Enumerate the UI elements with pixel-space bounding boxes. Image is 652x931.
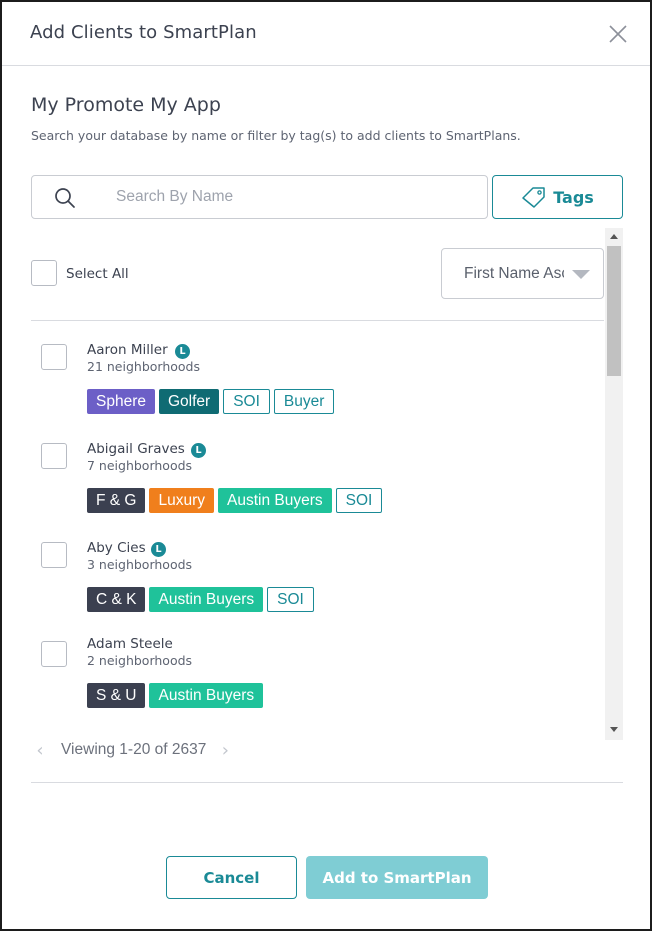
add-clients-modal: Add Clients to SmartPlan My Promote My A… — [0, 0, 652, 931]
section-description: Search your database by name or filter b… — [31, 128, 521, 143]
modal-header: Add Clients to SmartPlan — [2, 2, 650, 66]
client-name[interactable]: Abigail Graves — [87, 441, 185, 457]
client-tags: S & U Austin Buyers — [87, 683, 264, 708]
close-icon — [609, 25, 627, 43]
client-tags: Sphere Golfer SOI Buyer — [87, 389, 335, 414]
client-tags: C & K Austin Buyers SOI — [87, 587, 314, 612]
client-tag: C & K — [87, 587, 146, 612]
client-tag: F & G — [87, 488, 146, 513]
list-divider — [31, 320, 604, 321]
client-tag: SOI — [267, 587, 314, 612]
client-tag: Sphere — [87, 389, 155, 414]
search-box — [31, 175, 488, 219]
client-tag: Austin Buyers — [149, 683, 264, 708]
add-to-smartplan-button[interactable]: Add to SmartPlan — [306, 856, 488, 899]
client-tag: Buyer — [273, 389, 335, 414]
chevron-down-icon — [572, 270, 590, 279]
close-button[interactable] — [606, 22, 630, 46]
client-neighborhoods: 7 neighborhoods — [87, 458, 193, 473]
client-checkbox[interactable] — [41, 344, 67, 370]
tag-icon — [522, 187, 545, 208]
client-list-area: Select All First Name Ascending Aaron Mi… — [31, 228, 623, 740]
select-all-label: Select All — [66, 266, 129, 282]
footer-divider — [31, 782, 623, 783]
sort-dropdown[interactable]: First Name Ascending — [441, 248, 604, 299]
client-tag: Austin Buyers — [149, 587, 264, 612]
scrollbar-thumb[interactable] — [607, 246, 621, 376]
lead-badge-icon: L — [191, 443, 206, 458]
client-checkbox[interactable] — [41, 641, 67, 667]
client-name[interactable]: Aaron Miller — [87, 342, 168, 358]
chevron-right-icon[interactable]: › — [216, 740, 234, 761]
search-input[interactable] — [116, 186, 466, 208]
client-tag: Luxury — [149, 488, 215, 513]
pagination-text: Viewing 1-20 of 2637 — [61, 741, 207, 758]
client-neighborhoods: 21 neighborhoods — [87, 359, 200, 374]
chevron-left-icon[interactable]: ‹ — [31, 740, 49, 761]
pagination: ‹ Viewing 1-20 of 2637 › — [31, 732, 271, 768]
scroll-down-arrow-icon[interactable] — [610, 727, 618, 732]
select-all-checkbox[interactable] — [31, 260, 57, 286]
client-tag: Austin Buyers — [218, 488, 332, 513]
client-name[interactable]: Adam Steele — [87, 636, 173, 652]
sort-selected-value: First Name Ascending — [464, 265, 564, 282]
client-neighborhoods: 3 neighborhoods — [87, 557, 193, 572]
tags-button-label: Tags — [553, 187, 594, 207]
list-scrollbar[interactable] — [605, 228, 623, 740]
lead-badge-icon: L — [175, 344, 190, 359]
lead-badge-icon: L — [151, 542, 166, 557]
tags-filter-button[interactable]: Tags — [492, 175, 623, 219]
search-icon — [55, 188, 75, 208]
modal-title: Add Clients to SmartPlan — [30, 22, 257, 43]
client-tags: F & G Luxury Austin Buyers SOI — [87, 488, 383, 513]
client-tag: S & U — [87, 683, 146, 708]
client-checkbox[interactable] — [41, 443, 67, 469]
scroll-up-arrow-icon[interactable] — [610, 234, 618, 239]
cancel-button[interactable]: Cancel — [166, 856, 297, 899]
client-tag: SOI — [335, 488, 383, 513]
client-name[interactable]: Aby Cies — [87, 540, 146, 556]
client-tag: Golfer — [158, 389, 220, 414]
client-neighborhoods: 2 neighborhoods — [87, 653, 193, 668]
section-title: My Promote My App — [31, 94, 221, 116]
client-checkbox[interactable] — [41, 542, 67, 568]
client-tag: SOI — [223, 389, 270, 414]
